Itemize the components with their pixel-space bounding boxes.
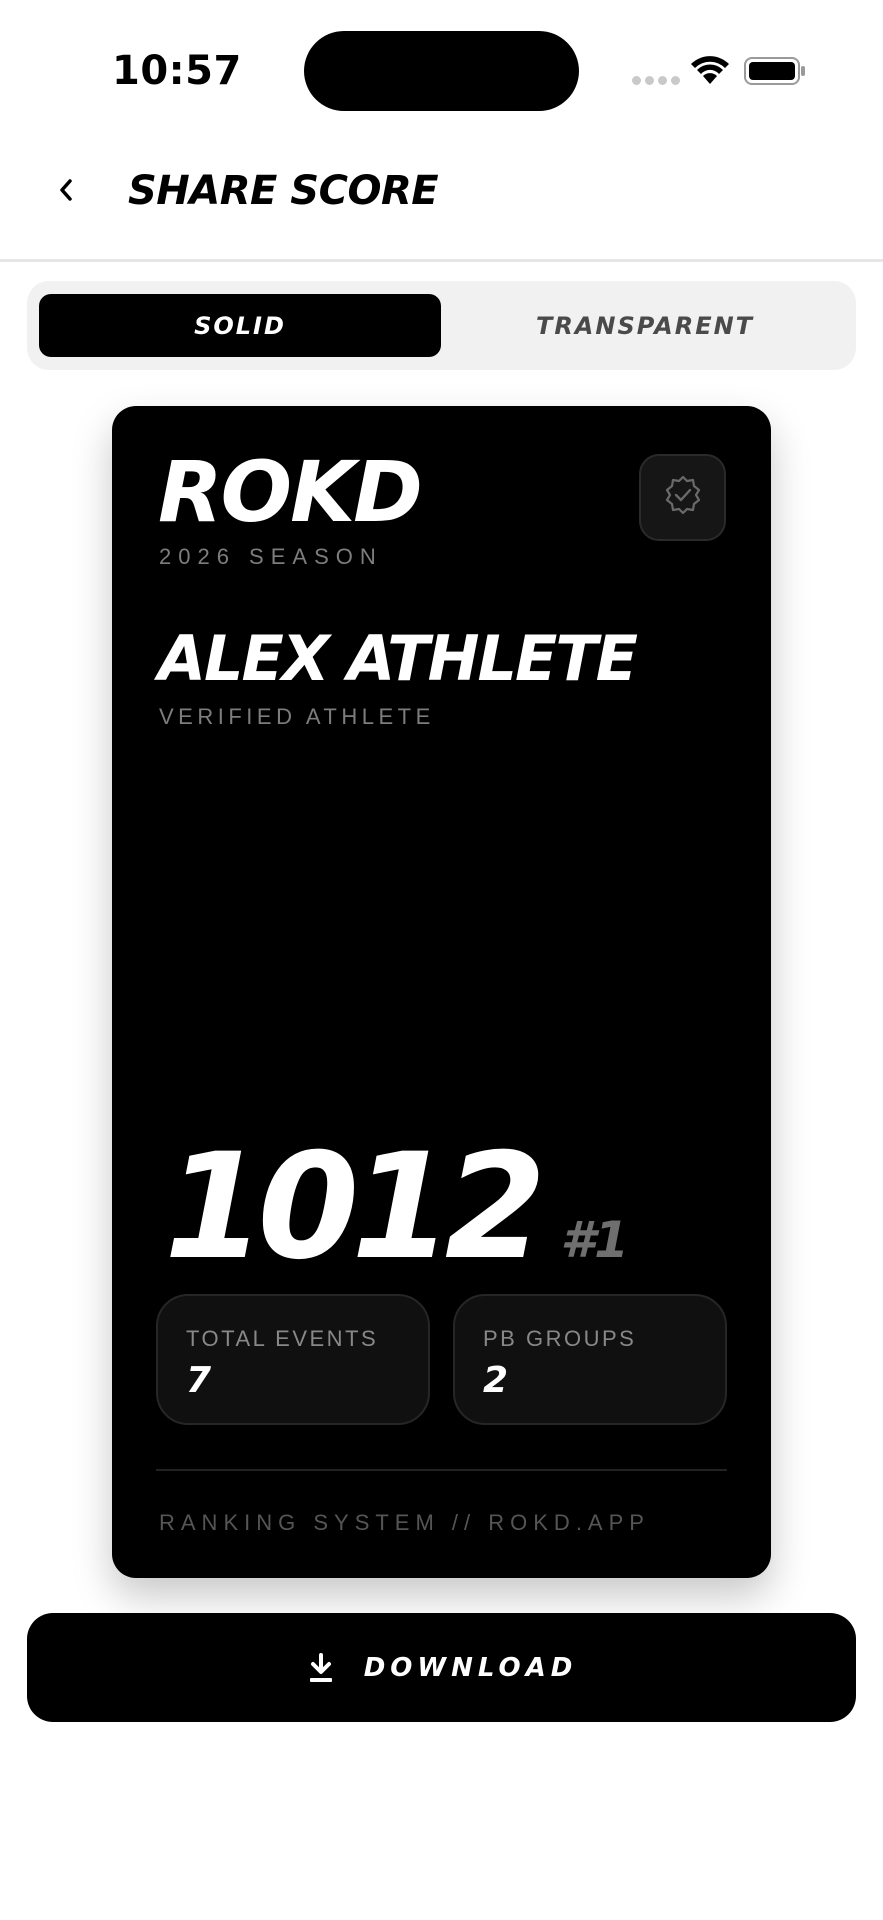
score-value: 1012	[164, 1122, 546, 1292]
brand-logo-text: ROKD	[158, 443, 423, 541]
stat-label: PB GROUPS	[483, 1326, 637, 1351]
back-button[interactable]	[44, 170, 88, 214]
download-label: DOWNLOAD	[363, 1652, 578, 1683]
card-footer: RANKING SYSTEM // ROKD.APP	[159, 1510, 650, 1535]
page-title: SHARE SCORE	[128, 168, 439, 214]
segment-solid[interactable]: SOLID	[39, 294, 441, 357]
download-button[interactable]: DOWNLOAD	[27, 1613, 856, 1722]
stat-label: TOTAL EVENTS	[186, 1326, 379, 1351]
style-segmented-control: SOLID TRANSPARENT	[27, 281, 856, 370]
stat-value: 2	[483, 1360, 509, 1401]
nav-header: SHARE SCORE	[0, 130, 883, 262]
status-bar: 10:57	[0, 0, 883, 130]
download-icon	[306, 1652, 336, 1684]
battery-icon	[744, 56, 806, 86]
dynamic-island	[304, 31, 579, 111]
athlete-name: ALEX ATHLETE	[158, 622, 638, 695]
score-card: ROKD 2026 SEASON ALEX ATHLETE VERIFIED A…	[112, 406, 771, 1578]
verified-badge	[639, 454, 726, 541]
score-row: 1012 #1	[164, 1122, 629, 1292]
season-label: 2026 SEASON	[159, 544, 383, 569]
rank-value: #1	[560, 1211, 629, 1269]
verified-badge-icon	[661, 473, 705, 522]
status-time: 10:57	[112, 48, 242, 94]
wifi-icon	[688, 54, 732, 86]
card-divider	[156, 1469, 727, 1471]
stat-pb-groups: PB GROUPS 2	[453, 1294, 727, 1425]
segment-transparent[interactable]: TRANSPARENT	[445, 294, 845, 357]
signal-dots-icon	[632, 76, 680, 85]
stat-total-events: TOTAL EVENTS 7	[156, 1294, 430, 1425]
chevron-left-icon	[56, 176, 76, 209]
stat-value: 7	[186, 1360, 212, 1401]
athlete-status: VERIFIED ATHLETE	[159, 704, 435, 729]
